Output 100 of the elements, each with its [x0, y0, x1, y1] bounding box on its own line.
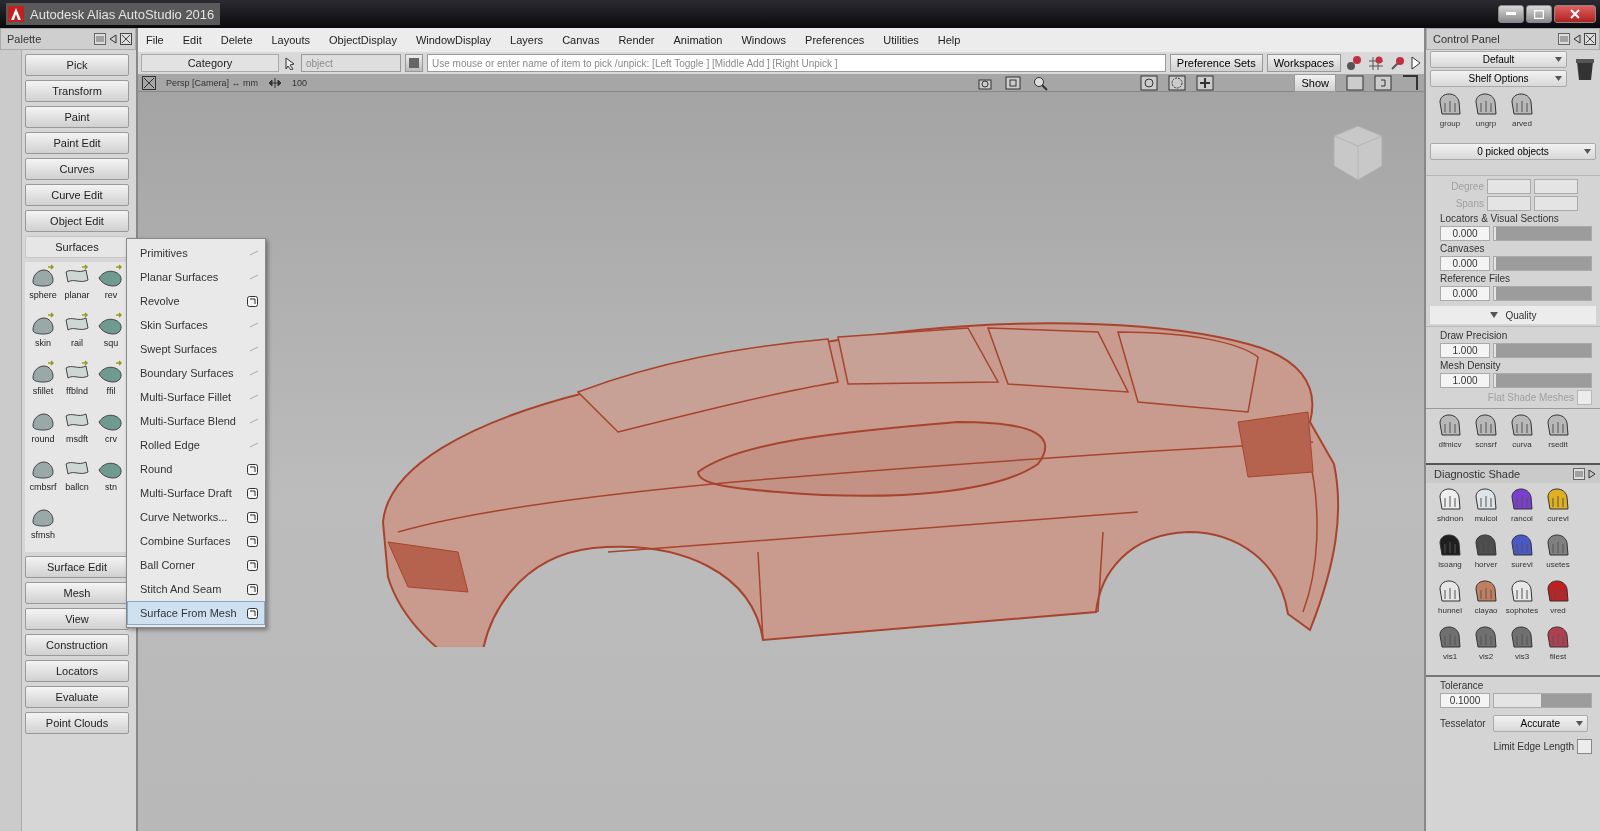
maximize-button[interactable] [1526, 5, 1552, 23]
close-icon[interactable] [120, 33, 132, 45]
option-box-icon[interactable] [247, 583, 258, 595]
shelf-tool-button[interactable]: ungrp [1468, 92, 1504, 138]
shelf-tool-button[interactable]: group [1432, 92, 1468, 138]
shade-tool-button[interactable]: vred [1540, 579, 1576, 625]
palette-section-button[interactable]: Surfaces [25, 236, 129, 258]
tool-button[interactable]: squ [94, 312, 128, 358]
menu-item[interactable]: Round [127, 457, 265, 481]
menu-item[interactable]: Ball Corner [127, 553, 265, 577]
menu-bar-item[interactable]: Preferences [805, 34, 865, 46]
shade-tool-button[interactable]: mulcol [1468, 487, 1504, 533]
menu-bar-item[interactable]: Layouts [271, 34, 311, 46]
palette-section-button[interactable]: Locators [25, 660, 129, 682]
list-toggle-button[interactable] [405, 54, 423, 72]
palette-section-button[interactable]: View [25, 608, 129, 630]
slider-track[interactable] [1493, 343, 1592, 358]
minimize-button[interactable] [1498, 5, 1524, 23]
menu-bar-item[interactable]: Animation [673, 34, 723, 46]
shade-tool-button[interactable]: curevl [1540, 487, 1576, 533]
slider-track[interactable] [1493, 286, 1592, 301]
option-box-icon[interactable] [247, 607, 258, 619]
palette-section-button[interactable]: Paint [25, 106, 129, 128]
value-field[interactable]: 1.000 [1440, 373, 1490, 388]
option-box-icon[interactable] [247, 295, 258, 307]
pan-icon[interactable] [1196, 74, 1215, 91]
value-field[interactable]: 1.000 [1440, 343, 1490, 358]
slider-track[interactable] [1493, 226, 1592, 241]
shade-tool-button[interactable]: rancol [1504, 487, 1540, 533]
tool-button[interactable]: sphere [26, 264, 60, 310]
shade-tool-button[interactable]: sophotes [1504, 579, 1540, 625]
option-box-icon[interactable] [247, 535, 258, 547]
shade-tool-button[interactable]: clayao [1468, 579, 1504, 625]
collapse-arrow-icon[interactable] [1588, 469, 1596, 479]
shade-tool-button[interactable]: filest [1540, 625, 1576, 671]
expand-arrow-icon[interactable] [1411, 56, 1421, 70]
shelf-options-dropdown[interactable]: Shelf Options [1430, 70, 1567, 87]
menu-bar-item[interactable]: Canvas [562, 34, 600, 46]
menu-bar-item[interactable]: WindowDisplay [415, 34, 492, 46]
collapse-arrow-icon[interactable] [1573, 34, 1581, 44]
view-count-icon[interactable] [1374, 74, 1392, 91]
menu-bar-item[interactable]: Layers [510, 34, 544, 46]
tesselator-dropdown[interactable]: Accurate [1492, 715, 1588, 732]
preset-dropdown[interactable]: Default [1430, 51, 1567, 68]
shade-tool-button[interactable]: horver [1468, 533, 1504, 579]
menu-bar-item[interactable]: Help [937, 34, 961, 46]
tool-button[interactable]: rev [94, 264, 128, 310]
shade-tool-button[interactable]: shdnon [1432, 487, 1468, 533]
category-dropdown[interactable]: Category [141, 54, 279, 72]
menu-item[interactable]: Primitives [127, 241, 265, 265]
list-icon[interactable] [94, 33, 106, 45]
option-box-icon[interactable] [247, 463, 258, 475]
menu-bar-item[interactable]: ObjectDisplay [329, 34, 397, 46]
shelf-tool-button[interactable]: curva [1504, 413, 1540, 459]
value-field[interactable]: 0.1000 [1440, 693, 1490, 708]
tool-button[interactable]: sfillet [26, 360, 60, 406]
value-field[interactable]: 0.000 [1440, 226, 1490, 241]
slider-track[interactable] [1493, 373, 1592, 388]
shade-tool-button[interactable]: vis1 [1432, 625, 1468, 671]
palette-section-button[interactable]: Mesh [25, 582, 129, 604]
menu-bar-item[interactable]: Edit [182, 34, 202, 46]
option-box-icon[interactable] [247, 559, 258, 571]
tool-button[interactable]: ballcn [60, 456, 94, 502]
palette-section-button[interactable]: Point Clouds [25, 712, 129, 734]
menu-bar-item[interactable]: Delete [220, 34, 253, 46]
menu-item[interactable]: Multi-Surface Blend [127, 409, 265, 433]
menu-item[interactable]: Multi-Surface Fillet [127, 385, 265, 409]
shelf-tool-button[interactable]: rsedit [1540, 413, 1576, 459]
toolbar-button[interactable]: Workspaces [1266, 54, 1341, 72]
shelf-tool-button[interactable]: arved [1504, 92, 1540, 138]
palette-section-button[interactable]: Object Edit [25, 210, 129, 232]
list-icon[interactable] [1558, 33, 1570, 45]
shelf-tool-button[interactable]: scnsrf [1468, 413, 1504, 459]
menu-bar-item[interactable]: Render [618, 34, 655, 46]
slider-track[interactable] [1493, 693, 1592, 708]
value-field[interactable]: 0.000 [1440, 256, 1490, 271]
palette-section-button[interactable]: Evaluate [25, 686, 129, 708]
expand-icon[interactable] [1489, 310, 1500, 320]
pick-tool-icon[interactable] [283, 56, 297, 70]
dolly-icon[interactable] [1168, 74, 1187, 91]
shelf-tool-button[interactable]: dfmicv [1432, 413, 1468, 459]
tool-button[interactable]: sfmsh [26, 504, 60, 550]
shade-tool-button[interactable]: vis3 [1504, 625, 1540, 671]
menu-item[interactable]: Boundary Surfaces [127, 361, 265, 385]
shade-tool-button[interactable]: vis2 [1468, 625, 1504, 671]
tumble-icon[interactable] [1140, 74, 1159, 91]
option-box-icon[interactable] [247, 511, 258, 523]
object-field[interactable]: object [301, 54, 401, 72]
palette-section-button[interactable]: Curves [25, 158, 129, 180]
menu-item[interactable]: Multi-Surface Draft [127, 481, 265, 505]
tool-button[interactable]: stn [94, 456, 128, 502]
toolbar-button[interactable]: Preference Sets [1169, 54, 1263, 72]
menu-bar-item[interactable]: File [146, 34, 164, 46]
menu-item[interactable]: Swept Surfaces [127, 337, 265, 361]
value-field[interactable]: 0.000 [1440, 286, 1490, 301]
menu-item[interactable]: Planar Surfaces [127, 265, 265, 289]
shade-tool-button[interactable]: surevl [1504, 533, 1540, 579]
menu-item[interactable]: Revolve [127, 289, 265, 313]
frame-icon[interactable] [1004, 74, 1023, 91]
tool-button[interactable]: ffil [94, 360, 128, 406]
